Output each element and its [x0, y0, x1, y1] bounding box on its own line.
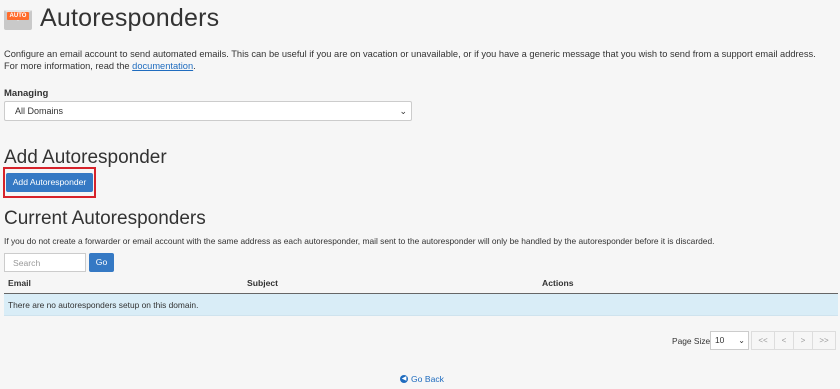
page-size-label: Page Size — [672, 336, 711, 346]
page-header: AUTO Autoresponders — [4, 4, 219, 33]
column-header-actions: Actions — [542, 278, 574, 288]
domain-select[interactable]: All Domains ⌄ — [4, 101, 412, 121]
current-autoresponders-heading: Current Autoresponders — [4, 208, 206, 229]
last-page-button[interactable]: >> — [812, 331, 836, 350]
add-autoresponder-heading: Add Autoresponder — [4, 147, 167, 168]
domain-select-value: All Domains — [15, 106, 64, 116]
page-size-value: 10 — [715, 335, 725, 345]
add-autoresponder-button[interactable]: Add Autoresponder — [6, 173, 93, 192]
go-button[interactable]: Go — [89, 253, 114, 272]
page-size-select[interactable]: 10 ⌄ — [710, 331, 749, 350]
prev-page-button[interactable]: < — [774, 331, 794, 350]
forwarder-note: If you do not create a forwarder or emai… — [4, 236, 715, 246]
first-page-button[interactable]: << — [751, 331, 775, 350]
empty-table-message: There are no autoresponders setup on thi… — [4, 294, 838, 316]
icon-tag: AUTO — [7, 11, 29, 20]
chevron-down-icon: ⌄ — [399, 106, 407, 116]
chevron-down-icon: ⌄ — [738, 336, 745, 345]
search-input[interactable] — [4, 253, 86, 272]
page-title: Autoresponders — [40, 4, 220, 32]
managing-label: Managing — [4, 88, 49, 99]
arrow-left-circle-icon: ◀ — [400, 375, 408, 383]
go-back-link[interactable]: ◀ Go Back — [400, 374, 444, 384]
intro-text: Configure an email account to send autom… — [4, 48, 830, 72]
next-page-button[interactable]: > — [793, 331, 813, 350]
column-header-subject[interactable]: Subject — [247, 278, 278, 288]
column-header-email[interactable]: Email — [8, 278, 31, 288]
pagination-controls: << < > >> — [751, 331, 836, 350]
documentation-link[interactable]: documentation — [132, 61, 193, 71]
intro-body: Configure an email account to send autom… — [4, 49, 816, 71]
autoresponder-envelope-icon: AUTO — [4, 6, 34, 32]
go-back-label: Go Back — [411, 374, 444, 384]
intro-suffix: . — [193, 61, 196, 71]
